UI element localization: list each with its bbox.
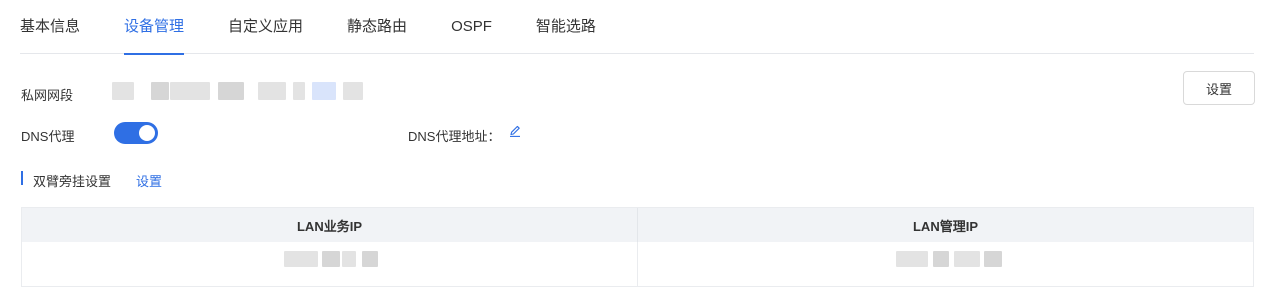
lan-management-ip-cell-redacted: [637, 242, 1253, 286]
tab-bar: 基本信息 设备管理 自定义应用 静态路由 OSPF 智能选路: [20, 0, 1254, 55]
dual-arm-section-title: 双臂旁挂设置: [33, 174, 112, 189]
lan-ip-table: LAN业务IP LAN管理IP: [21, 207, 1254, 287]
dual-arm-setting-link[interactable]: 设置: [136, 171, 162, 190]
pencil-icon[interactable]: [508, 124, 522, 138]
dns-proxy-address-label: DNS代理地址：: [408, 129, 501, 144]
column-header-lan-service-ip: LAN业务IP: [296, 218, 362, 234]
table-header: LAN业务IP LAN管理IP: [22, 208, 1253, 242]
dns-proxy-toggle[interactable]: [114, 122, 158, 144]
section-accent-bar: [21, 171, 23, 185]
tab-static-routes[interactable]: 静态路由: [347, 0, 407, 54]
private-segment-label: 私网网段: [21, 88, 74, 103]
tab-custom-apps[interactable]: 自定义应用: [228, 0, 303, 54]
table-row: [22, 242, 1253, 286]
tab-ospf[interactable]: OSPF: [451, 0, 492, 54]
tab-smart-routing[interactable]: 智能选路: [536, 0, 596, 54]
dns-proxy-label: DNS代理: [21, 129, 75, 144]
tab-device-management[interactable]: 设备管理: [124, 0, 185, 55]
lan-service-ip-cell-redacted: [22, 242, 637, 286]
tab-basic-info[interactable]: 基本信息: [20, 0, 80, 54]
private-segment-setting-button[interactable]: 设置: [1183, 71, 1255, 105]
toggle-knob: [139, 125, 155, 141]
column-header-lan-management-ip: LAN管理IP: [637, 208, 1253, 242]
